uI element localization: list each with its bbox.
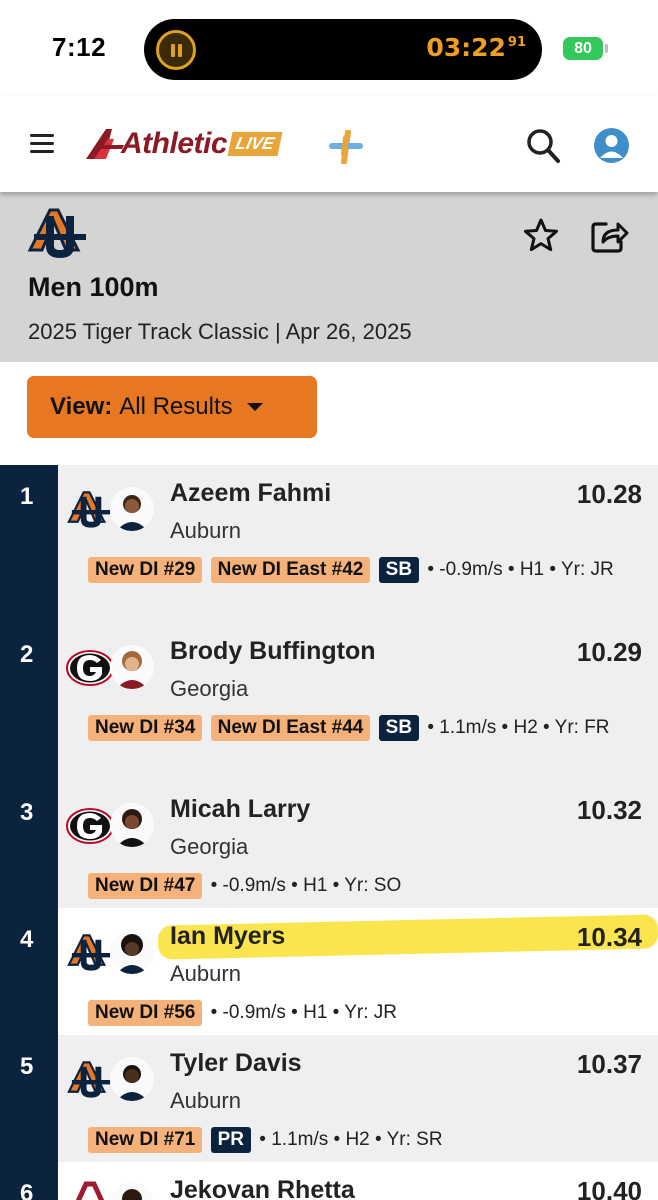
- rank-number: 2: [20, 641, 34, 668]
- view-value: All Results: [119, 393, 233, 420]
- result-mark: 10.40: [576, 1176, 642, 1200]
- season-best-badge: SB: [378, 557, 420, 583]
- share-icon[interactable]: [590, 216, 630, 254]
- rank-column: 6: [0, 1162, 58, 1200]
- georgia-logo-icon: [66, 808, 114, 844]
- result-row[interactable]: 1 Azeem Fahmi Auburn 10.28 New DI #29 Ne…: [0, 465, 658, 623]
- athlete-name[interactable]: Brody Buffington: [170, 637, 376, 666]
- result-row-body: Ian Myers Auburn 10.34 New DI #56 • -0.9…: [58, 908, 658, 1035]
- ranking-badge: New DI #47: [88, 873, 203, 899]
- athlete-name[interactable]: Tyler Davis: [170, 1049, 302, 1078]
- result-details: • 1.1m/s • H2 • Yr: FR: [427, 717, 610, 738]
- athlete-school[interactable]: Georgia: [170, 834, 248, 860]
- result-row[interactable]: 6 Jekovan Rhetta 10.40: [0, 1162, 658, 1200]
- status-time: 7:12: [52, 32, 107, 62]
- status-bar: 7:12 03:22 91 80: [0, 0, 658, 96]
- result-mark: 10.32: [576, 795, 642, 825]
- result-details: • -0.9m/s • H1 • Yr: JR: [210, 1002, 398, 1023]
- athlete-school[interactable]: Georgia: [170, 676, 248, 702]
- timer-readout: 03:22 91: [426, 33, 526, 62]
- auburn-logo-icon: [27, 208, 86, 258]
- result-meta: New DI #47 • -0.9m/s • H1 • Yr: SO: [88, 870, 642, 901]
- result-row[interactable]: 5 Tyler Davis Auburn 10.37 New DI #71 PR…: [0, 1035, 658, 1162]
- auburn-logo-icon: [67, 491, 111, 528]
- rank-column: 1: [0, 465, 58, 623]
- ranking-badge: New DI East #44: [210, 715, 371, 741]
- athlete-school[interactable]: Auburn: [170, 518, 241, 544]
- logo-text: Athletic: [121, 127, 228, 160]
- athlete-headshot: [110, 1057, 154, 1101]
- rank-column: 5: [0, 1035, 58, 1162]
- auburn-logo-icon: [67, 934, 111, 971]
- athlete-name[interactable]: Azeem Fahmi: [170, 479, 331, 508]
- logo-live-badge: LIVE: [227, 132, 283, 156]
- result-row[interactable]: 3 Micah Larry Georgia 10.32 New DI #47 •…: [0, 781, 658, 908]
- event-subtitle: 2025 Tiger Track Classic | Apr 26, 2025: [28, 319, 412, 344]
- timer-value: 03:22: [426, 33, 506, 62]
- ranking-badge: New DI #34: [88, 715, 203, 741]
- athlete-headshot: [110, 645, 154, 689]
- personal-record-badge: PR: [210, 1127, 252, 1153]
- rank-number: 1: [20, 483, 34, 510]
- result-meta: New DI #71 PR • 1.1m/s • H2 • Yr: SR: [88, 1124, 642, 1155]
- result-row-body: Azeem Fahmi Auburn 10.28 New DI #29 New …: [58, 465, 658, 623]
- auburn-logo-icon: [67, 1061, 111, 1098]
- result-details: • 1.1m/s • H2 • Yr: SR: [259, 1129, 443, 1150]
- event-title: Men 100m: [28, 272, 159, 302]
- result-details: • -0.9m/s • H1 • Yr: JR: [427, 559, 614, 580]
- logo-a-icon: [86, 129, 124, 159]
- result-row[interactable]: 4 Ian Myers Auburn 10.34 New DI #56 • -0…: [0, 908, 658, 1035]
- favorite-star-icon[interactable]: [522, 216, 560, 254]
- result-meta: New DI #56 • -0.9m/s • H1 • Yr: JR: [88, 997, 642, 1028]
- rank-number: 3: [20, 799, 34, 826]
- ranking-badge: New DI #56: [88, 1000, 203, 1026]
- result-mark: 10.29: [576, 637, 642, 667]
- result-row-body: Jekovan Rhetta 10.40: [58, 1162, 658, 1200]
- ranking-badge: New DI #29: [88, 557, 203, 583]
- result-meta: New DI #34 New DI East #44 SB • 1.1m/s •…: [88, 712, 642, 743]
- result-row-body: Micah Larry Georgia 10.32 New DI #47 • -…: [58, 781, 658, 908]
- timer-hundredths: 91: [507, 35, 526, 50]
- result-row[interactable]: 2 Brody Buffington Georgia 10.29 New DI …: [0, 623, 658, 781]
- rank-column: 4: [0, 908, 58, 1035]
- athlete-headshot: [110, 803, 154, 847]
- rank-number: 6: [20, 1180, 34, 1200]
- result-mark: 10.34: [576, 922, 642, 952]
- result-row-body: Brody Buffington Georgia 10.29 New DI #3…: [58, 623, 658, 781]
- timer-pause-icon[interactable]: [156, 30, 196, 70]
- rank-number: 4: [20, 926, 34, 953]
- athlete-headshot: [110, 487, 154, 531]
- rank-number: 5: [20, 1053, 34, 1080]
- dynamic-island[interactable]: 03:22 91: [144, 19, 542, 80]
- rank-column: 2: [0, 623, 58, 781]
- user-avatar-icon[interactable]: [594, 128, 629, 163]
- athlete-headshot: [110, 930, 154, 974]
- view-filter-dropdown[interactable]: View: All Results: [27, 376, 317, 438]
- chevron-down-icon: [246, 403, 263, 411]
- view-label: View:: [50, 393, 113, 420]
- athlete-name[interactable]: Micah Larry: [170, 795, 310, 824]
- georgia-logo-icon: [66, 650, 114, 686]
- rank-column: 3: [0, 781, 58, 908]
- athlete-name[interactable]: Ian Myers: [170, 922, 285, 951]
- result-mark: 10.28: [576, 479, 642, 509]
- alabama-logo-icon: [75, 1181, 105, 1200]
- battery-icon: 80: [563, 37, 608, 60]
- ranking-badge: New DI East #42: [210, 557, 371, 583]
- result-meta: New DI #29 New DI East #42 SB • -0.9m/s …: [88, 554, 642, 585]
- athlete-headshot: [110, 1182, 154, 1200]
- result-mark: 10.37: [576, 1049, 642, 1079]
- season-best-badge: SB: [378, 715, 420, 741]
- plus-icon[interactable]: [329, 130, 363, 164]
- search-icon[interactable]: [525, 127, 561, 165]
- athlete-school[interactable]: Auburn: [170, 1088, 241, 1114]
- result-details: • -0.9m/s • H1 • Yr: SO: [210, 875, 402, 896]
- athlete-name[interactable]: Jekovan Rhetta: [170, 1176, 355, 1200]
- athletic-live-logo[interactable]: Athletic LIVE: [84, 126, 283, 162]
- result-row-body: Tyler Davis Auburn 10.37 New DI #71 PR •…: [58, 1035, 658, 1162]
- hamburger-menu-icon[interactable]: [30, 134, 54, 154]
- battery-level: 80: [574, 40, 592, 57]
- ranking-badge: New DI #71: [88, 1127, 203, 1153]
- athlete-school[interactable]: Auburn: [170, 961, 241, 987]
